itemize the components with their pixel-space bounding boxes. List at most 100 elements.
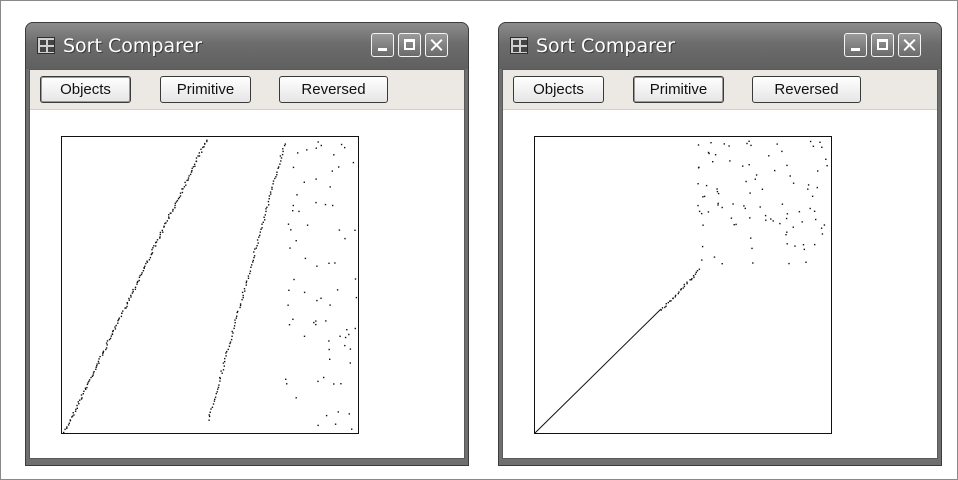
plot-point [88, 379, 91, 381]
plot-point [781, 150, 783, 153]
maximize-button[interactable] [398, 33, 421, 57]
plot-point [252, 259, 254, 262]
plot-point [809, 207, 811, 210]
plot-point [698, 166, 700, 168]
plot-point [316, 299, 318, 302]
primitive-button[interactable]: Primitive [633, 76, 724, 103]
plot-point [91, 375, 94, 377]
close-button[interactable] [898, 33, 921, 57]
plot-point [348, 333, 350, 336]
plot-point [193, 163, 196, 165]
plot-point [821, 146, 823, 148]
plot-point [264, 219, 266, 221]
plot-point [82, 393, 84, 395]
plot-point [140, 273, 143, 276]
window-title: Sort Comparer [536, 35, 675, 57]
plot-point [76, 404, 78, 407]
plot-point [191, 170, 193, 172]
app-icon[interactable] [510, 37, 528, 54]
plot-point [349, 348, 352, 350]
maximize-button[interactable] [871, 33, 894, 57]
plot-point [752, 262, 754, 264]
plot-point [295, 240, 297, 242]
plot-point [798, 211, 801, 213]
plot-point [748, 164, 750, 166]
plot-point [187, 177, 190, 179]
plot-point [114, 328, 117, 330]
plot-point [239, 306, 241, 309]
plot-point [142, 270, 145, 272]
plot-point [257, 242, 259, 244]
plot-point [83, 390, 85, 392]
plot-point [268, 198, 270, 200]
plot-point [792, 182, 795, 184]
plot-point [145, 262, 147, 265]
plot-point [333, 383, 335, 385]
primitive-button[interactable]: Primitive [160, 76, 251, 103]
plot-point [139, 274, 141, 277]
plot-point [823, 224, 826, 226]
plot-point [179, 195, 182, 197]
plot-point [95, 368, 97, 370]
close-button[interactable] [425, 33, 448, 57]
plot-point [297, 152, 299, 154]
objects-button[interactable]: Objects [40, 76, 131, 103]
plot-point [755, 174, 758, 176]
plot-point [198, 152, 200, 154]
plot-point [325, 414, 328, 417]
plot-point [292, 204, 294, 207]
plot-point [303, 291, 306, 294]
plot-point [674, 296, 676, 298]
sort-visualization-canvas [61, 136, 359, 434]
plot-point [241, 291, 244, 294]
plot-point [69, 419, 71, 421]
plot-point [811, 195, 814, 197]
plot-point [744, 207, 746, 210]
plot-point [717, 202, 719, 205]
plot-point [306, 149, 308, 151]
plot-point [99, 355, 101, 358]
plot-point [271, 188, 273, 190]
minimize-button[interactable] [844, 33, 867, 57]
plot-point [200, 148, 202, 150]
plot-point [792, 226, 794, 228]
plot-point [765, 219, 767, 221]
plot-point [74, 410, 77, 412]
plot-point [67, 424, 70, 426]
toolbar: Objects Primitive Reversed [503, 70, 937, 110]
app-icon[interactable] [37, 37, 55, 54]
plot-point [776, 143, 778, 145]
plot-point [102, 354, 104, 356]
plot-point [66, 427, 68, 429]
plot-point [138, 279, 140, 282]
plot-point [705, 184, 708, 187]
plot-point [329, 186, 331, 188]
plot-point [87, 382, 89, 384]
plot-point [130, 294, 132, 297]
plot-point [137, 280, 139, 283]
minimize-button[interactable] [371, 33, 394, 57]
title-bar[interactable]: Sort Comparer [499, 23, 941, 69]
plot-point [202, 146, 204, 149]
plot-point [71, 415, 74, 417]
plot-point [768, 155, 770, 157]
plot-point [325, 320, 327, 322]
sort-comparer-window-objects: Sort Comparer Objects Primitive Reversed [25, 22, 469, 466]
objects-button[interactable]: Objects [513, 76, 604, 103]
plot-point [209, 411, 211, 413]
plot-point [77, 401, 79, 403]
plot-point [293, 278, 295, 281]
reversed-button[interactable]: Reversed [279, 76, 388, 103]
title-bar[interactable]: Sort Comparer [26, 23, 468, 69]
plot-point [79, 399, 81, 401]
reversed-button[interactable]: Reversed [752, 76, 861, 103]
plot-point [701, 212, 703, 215]
plot-point [233, 325, 236, 327]
plot-point [80, 394, 83, 396]
plot-point [239, 304, 242, 307]
plot-point [786, 243, 788, 245]
plot-point [276, 171, 278, 173]
plot-point [152, 247, 154, 249]
plot-point [315, 147, 317, 149]
plot-point [112, 329, 114, 332]
